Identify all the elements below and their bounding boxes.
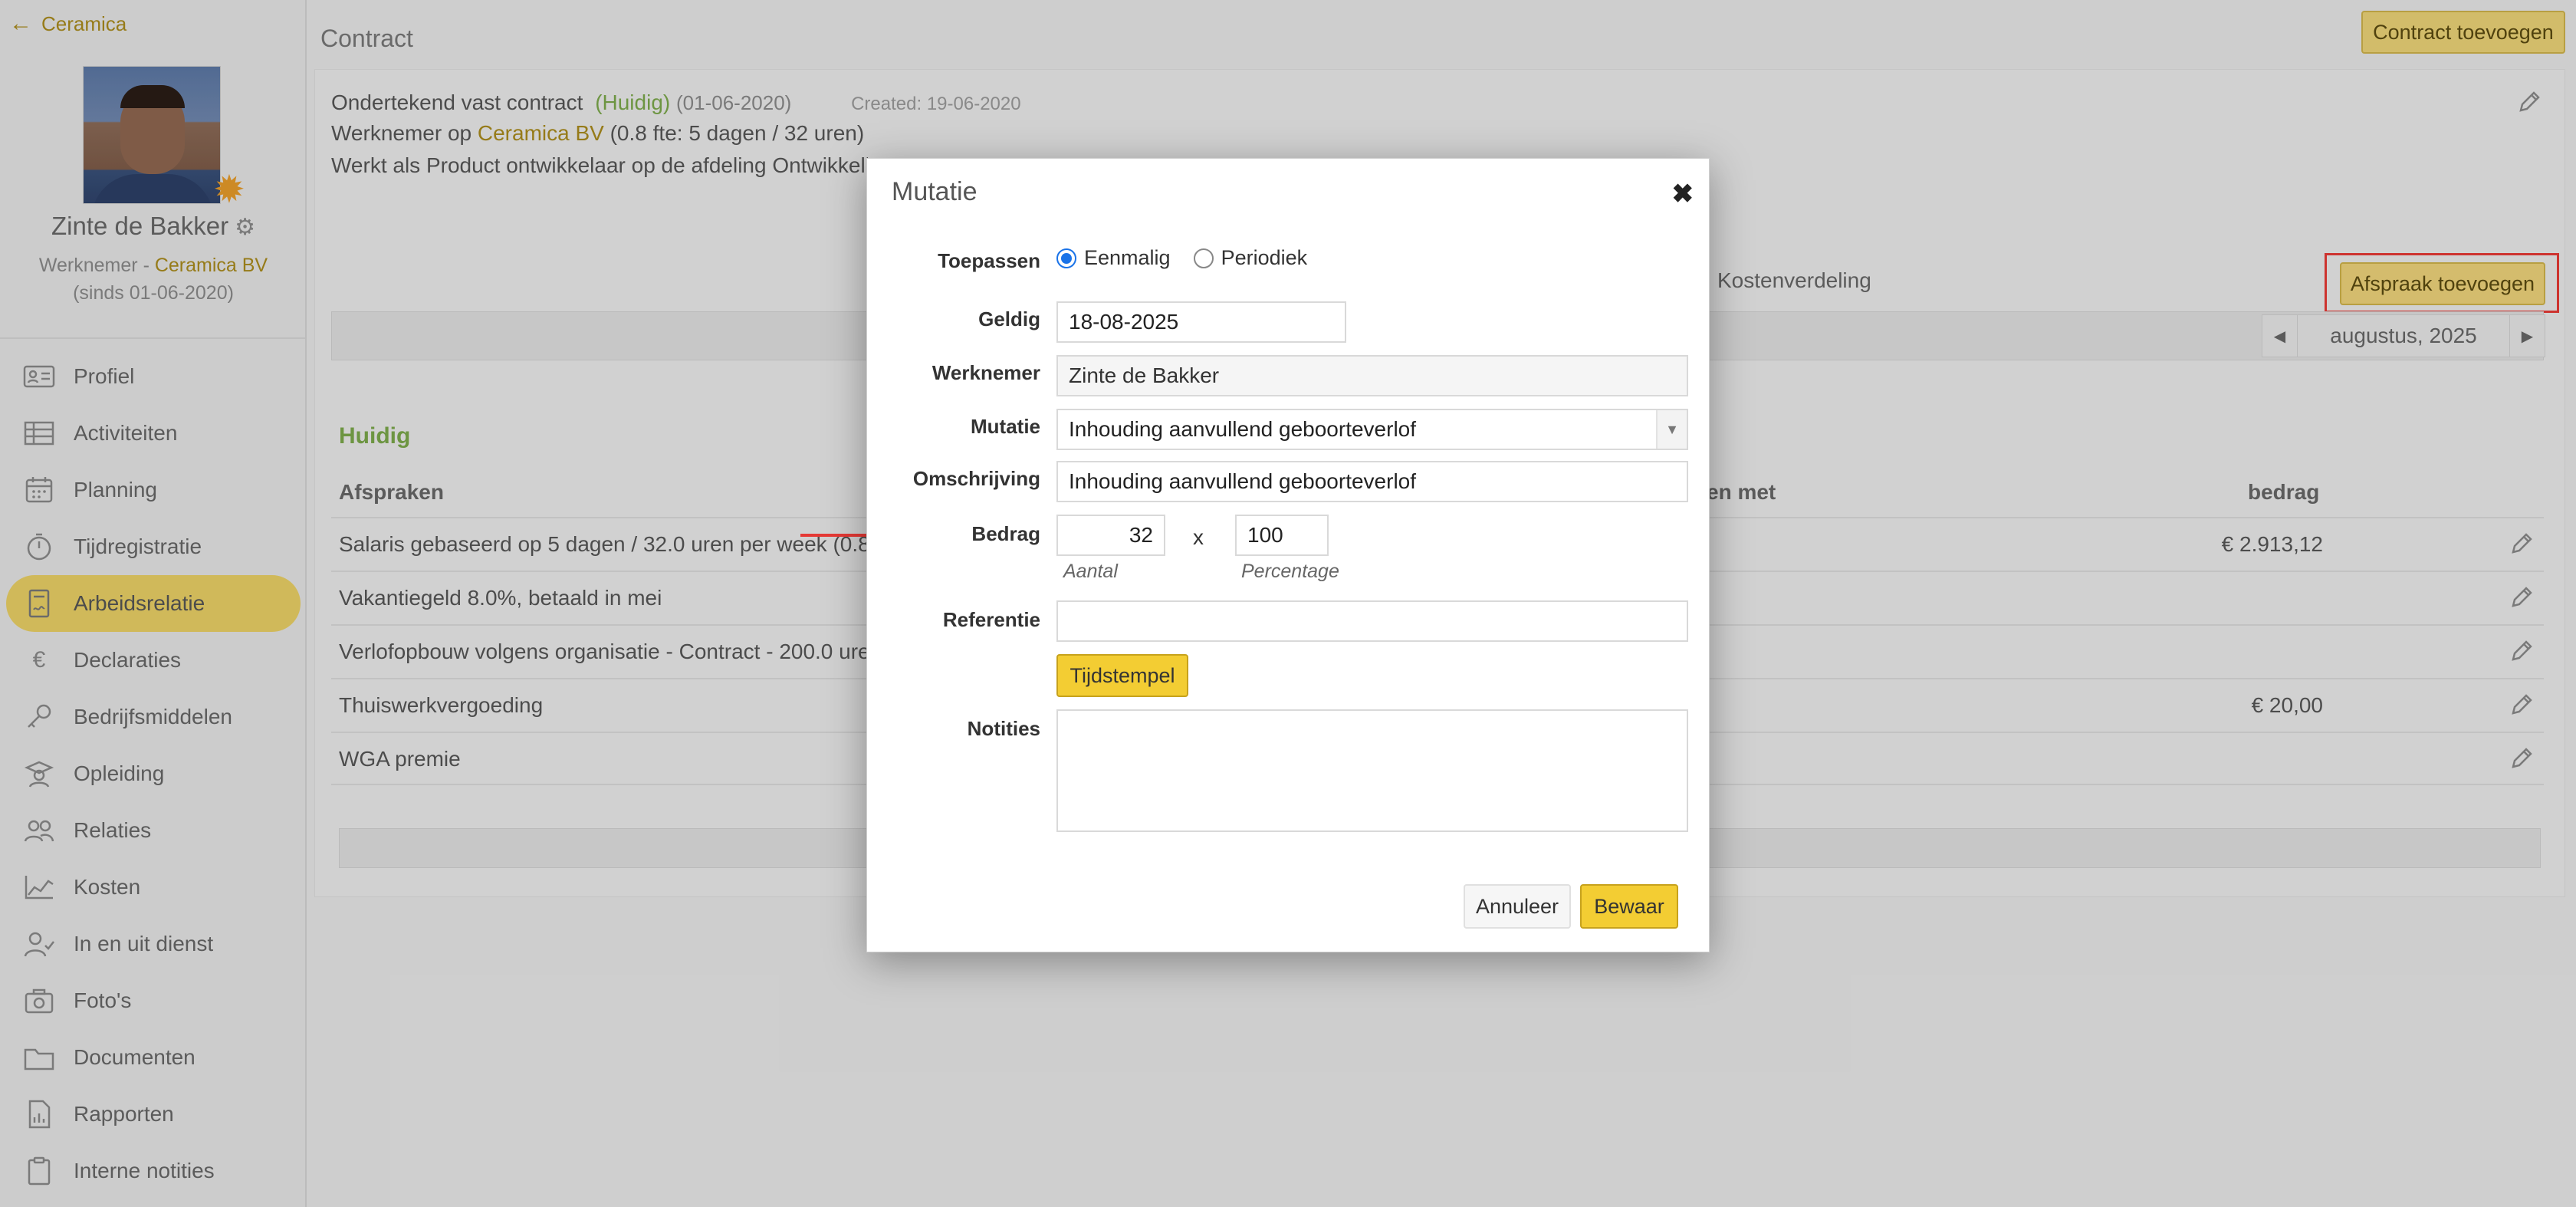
geldig-date-input[interactable]: 18-08-2025: [1056, 301, 1346, 343]
radio-periodiek-label[interactable]: Periodiek: [1221, 246, 1308, 270]
dialog-title: Mutatie: [892, 177, 978, 206]
multiply-sign: x: [1193, 525, 1204, 549]
referentie-input[interactable]: [1056, 600, 1688, 642]
mutatie-selected-value: Inhouding aanvullend geboorteverlof: [1069, 417, 1417, 441]
save-button[interactable]: Bewaar: [1580, 884, 1678, 929]
label-referentie: Referentie: [942, 608, 1040, 631]
cancel-button[interactable]: Annuleer: [1464, 884, 1571, 929]
percentage-caption: Percentage: [1241, 561, 1339, 582]
werknemer-field[interactable]: Zinte de Bakker: [1056, 355, 1688, 396]
chevron-down-icon[interactable]: ▼: [1656, 410, 1687, 449]
label-geldig: Geldig: [978, 308, 1040, 331]
label-notities: Notities: [967, 717, 1040, 740]
label-omschrijving: Omschrijving: [912, 467, 1040, 490]
aantal-input[interactable]: 32: [1056, 515, 1165, 556]
mutatie-dialog: Mutatie ✖ Toepassen Eenmalig Periodiek G…: [866, 158, 1710, 952]
apply-radio-group: Eenmalig Periodiek: [1056, 246, 1307, 270]
aantal-caption: Aantal: [1063, 561, 1118, 582]
radio-eenmalig[interactable]: [1056, 248, 1076, 268]
radio-eenmalig-label[interactable]: Eenmalig: [1084, 246, 1171, 270]
radio-periodiek[interactable]: [1193, 248, 1214, 268]
label-werknemer: Werknemer: [932, 361, 1040, 384]
label-bedrag: Bedrag: [971, 522, 1040, 545]
close-icon[interactable]: ✖: [1672, 179, 1694, 209]
percentage-input[interactable]: 100: [1235, 515, 1329, 556]
label-toepassen: Toepassen: [938, 249, 1040, 272]
timestamp-button[interactable]: Tijdstempel: [1056, 654, 1188, 697]
mutatie-select[interactable]: Inhouding aanvullend geboorteverlof ▼: [1056, 409, 1688, 450]
omschrijving-input[interactable]: Inhouding aanvullend geboorteverlof: [1056, 461, 1688, 502]
label-mutatie: Mutatie: [971, 415, 1040, 438]
notities-textarea[interactable]: [1056, 709, 1688, 832]
